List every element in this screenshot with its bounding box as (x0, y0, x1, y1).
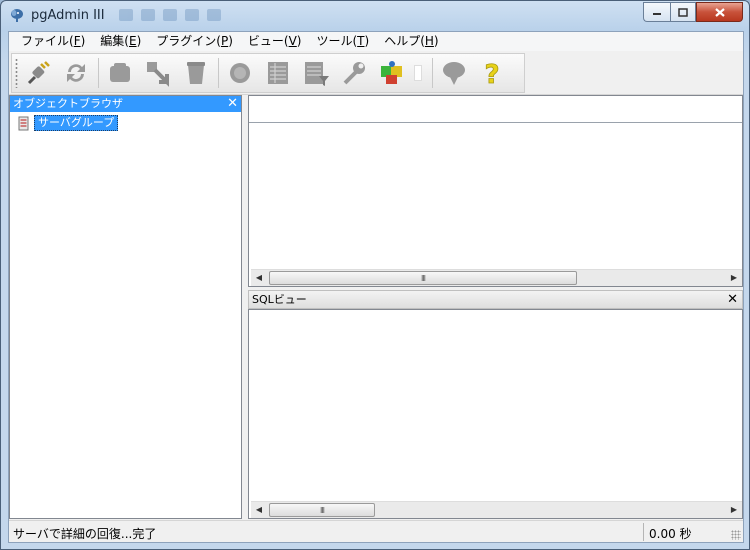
properties-horizontal-scrollbar[interactable]: ◀ III ▶ (251, 269, 742, 286)
connect-button[interactable] (22, 57, 54, 89)
menu-help[interactable]: ヘルプ(H) (378, 32, 444, 51)
status-bar: サーバで詳細の回復...完了 0.00 秒 (9, 520, 743, 542)
object-browser-close-button[interactable]: ✕ (227, 96, 238, 112)
drop-icon (187, 62, 205, 84)
maximize-icon (678, 7, 688, 17)
object-browser-title: オブジェクトブラウザ (13, 97, 123, 110)
sql-icon (230, 63, 250, 83)
hint-icon (443, 62, 465, 85)
status-message: サーバで詳細の回復...完了 (13, 527, 157, 541)
sql-pane[interactable]: ◀ III ▶ (248, 309, 743, 519)
title-bar[interactable]: pgAdmin III (1, 1, 749, 31)
status-divider (643, 523, 644, 541)
properties-button[interactable] (104, 57, 136, 89)
tree-item-server-groups[interactable]: サーバグループ (17, 115, 119, 131)
tree-item-label: サーバグループ (34, 115, 119, 131)
toolbar-row: ? (9, 52, 743, 95)
maintenance-icon (343, 62, 365, 85)
scroll-thumb[interactable]: III (269, 271, 577, 285)
app-window: pgAdmin III ファイル(F) 編集(E) プラグイン(P) ビュー(V… (0, 0, 750, 550)
object-browser-title-bar: オブジェクトブラウザ ✕ (10, 96, 241, 112)
status-elapsed-time: 0.00 秒 (649, 527, 692, 541)
filtered-data-icon (305, 62, 329, 86)
view-filtered-data-button[interactable] (300, 57, 332, 89)
sql-query-button[interactable] (224, 57, 256, 89)
minimize-button[interactable] (643, 2, 670, 22)
help-button[interactable]: ? (476, 57, 508, 89)
menu-edit[interactable]: 編集(E) (94, 32, 147, 51)
toolbar-grip[interactable] (15, 58, 18, 88)
sql-pane-title: SQLビュー (252, 293, 307, 306)
properties-icon (110, 63, 130, 82)
sql-horizontal-scrollbar[interactable]: ◀ III ▶ (251, 501, 742, 518)
scroll-right-arrow[interactable]: ▶ (729, 273, 739, 282)
toolbar-separator (432, 58, 433, 88)
plugins-dropdown[interactable] (414, 65, 422, 81)
refresh-icon (67, 64, 85, 82)
sql-pane-title-bar: SQLビュー ✕ (248, 290, 743, 309)
scroll-right-arrow[interactable]: ▶ (729, 505, 739, 514)
scroll-left-arrow[interactable]: ◀ (254, 505, 264, 514)
server-group-icon (18, 116, 29, 130)
maintenance-button[interactable] (338, 57, 370, 89)
menu-bar: ファイル(F) 編集(E) プラグイン(P) ビュー(V) ツール(T) ヘルプ… (9, 32, 743, 51)
scroll-thumb[interactable]: III (269, 503, 375, 517)
client-area: ファイル(F) 編集(E) プラグイン(P) ビュー(V) ツール(T) ヘルプ… (8, 31, 744, 543)
view-data-icon (268, 62, 288, 84)
close-window-button[interactable] (696, 2, 743, 22)
view-data-button[interactable] (262, 57, 294, 89)
maximize-button[interactable] (670, 2, 696, 22)
menu-tools[interactable]: ツール(T) (310, 32, 375, 51)
refresh-button[interactable] (60, 57, 92, 89)
menu-file[interactable]: ファイル(F) (15, 32, 91, 51)
titlebar-ghost-icons (119, 9, 239, 23)
window-controls (643, 2, 743, 22)
minimize-icon (653, 13, 661, 15)
help-icon: ? (484, 60, 500, 88)
menu-plugins[interactable]: プラグイン(P) (150, 32, 239, 51)
toolbar-separator (98, 58, 99, 88)
create-object-button[interactable] (142, 57, 174, 89)
resize-grip[interactable] (731, 530, 741, 540)
elephant-app-icon[interactable] (9, 7, 25, 23)
scroll-left-arrow[interactable]: ◀ (254, 273, 264, 282)
properties-tab-strip (249, 96, 742, 123)
plugins-icon (381, 61, 402, 84)
toolbar-separator (218, 58, 219, 88)
connect-icon (27, 61, 50, 85)
create-icon (147, 62, 169, 87)
main-toolbar: ? (11, 53, 525, 93)
properties-panel: ◀ III ▶ (248, 95, 743, 287)
svg-text:?: ? (484, 60, 499, 88)
sql-pane-close-button[interactable]: ✕ (727, 291, 738, 308)
plugins-button[interactable] (376, 57, 408, 89)
object-browser-panel: オブジェクトブラウザ ✕ サーバグループ (9, 95, 242, 519)
menu-view[interactable]: ビュー(V) (242, 32, 308, 51)
close-icon (714, 7, 725, 17)
drop-object-button[interactable] (180, 57, 212, 89)
window-title: pgAdmin III (31, 8, 105, 23)
properties-list[interactable] (251, 124, 742, 269)
hint-button[interactable] (438, 57, 470, 89)
